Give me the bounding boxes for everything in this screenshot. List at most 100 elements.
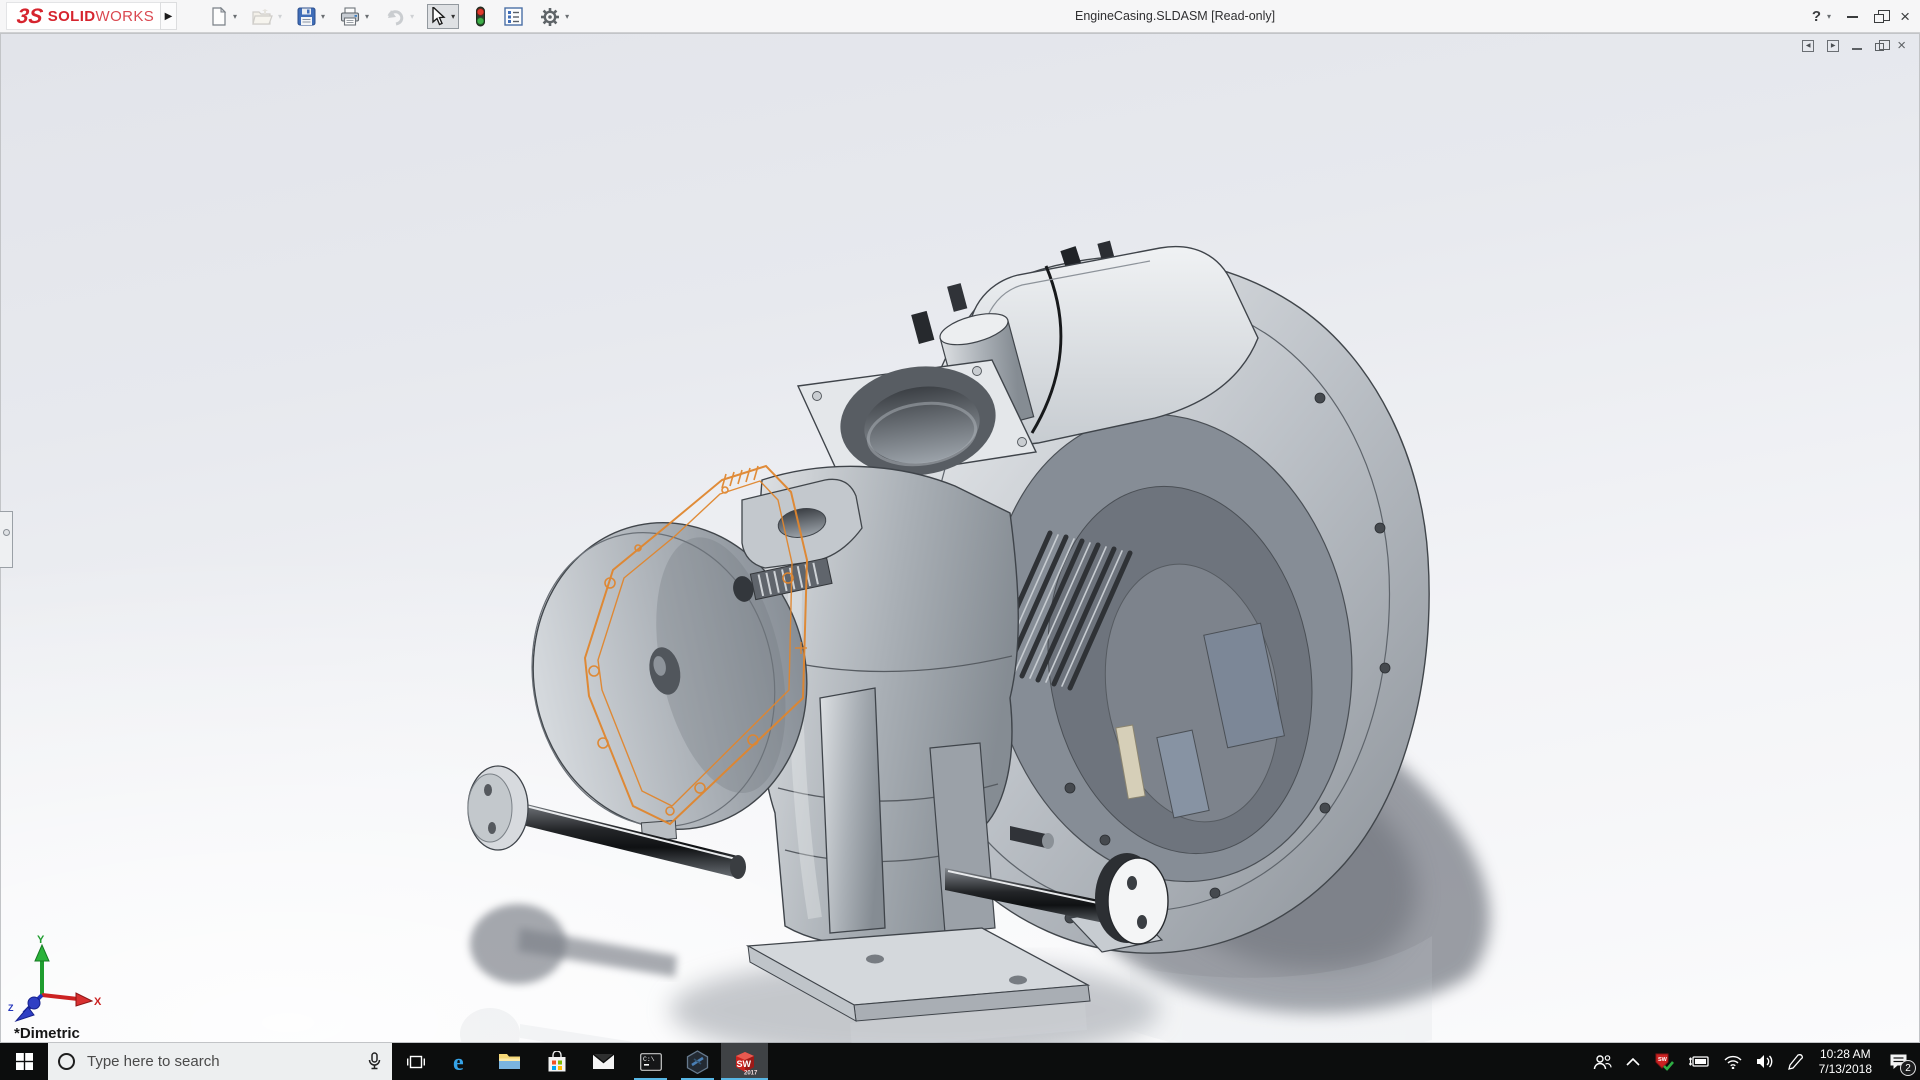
open-dropdown[interactable]: ▾: [278, 12, 282, 21]
solidworks-rx-tray-button[interactable]: SW: [1647, 1043, 1681, 1080]
clock-date: 7/13/2018: [1818, 1061, 1872, 1076]
print-icon: [340, 7, 360, 26]
z-axis-label: Z: [8, 1003, 14, 1013]
open-button[interactable]: [250, 6, 275, 28]
graphics-viewport[interactable]: ◀ ▶ × Y X Z *Dimetric: [0, 33, 1920, 1043]
battery-button[interactable]: [1681, 1043, 1717, 1080]
save-dropdown[interactable]: ▾: [321, 12, 325, 21]
y-axis-arrow: [34, 943, 50, 962]
titlebar: 3S SOLID WORKS ▶ ▾ ▾ ▾ ▾ ▾ ▾ ▾ EngineCas…: [0, 0, 1920, 33]
menu-flyout-arrow[interactable]: ▶: [160, 2, 177, 30]
new-document-dropdown[interactable]: ▾: [233, 12, 237, 21]
print-dropdown[interactable]: ▾: [365, 12, 369, 21]
command-prompt-icon: C:\: [639, 1052, 662, 1071]
view-orientation-label: *Dimetric: [14, 1025, 80, 1042]
ds-logo-mark: 3S: [15, 4, 45, 28]
undo-button[interactable]: [382, 6, 407, 28]
start-button[interactable]: [0, 1043, 48, 1080]
svg-text:e: e: [453, 1050, 464, 1074]
minimize-button[interactable]: [1847, 15, 1859, 18]
solidworks-tray-icon: SW: [1655, 1053, 1674, 1071]
doc-minimize-button[interactable]: [1852, 42, 1863, 50]
task-view-button[interactable]: [392, 1043, 439, 1080]
edge-icon: e: [453, 1050, 464, 1074]
mail-button[interactable]: [580, 1043, 627, 1080]
windows-ink-button[interactable]: [1781, 1043, 1810, 1080]
system-tray: SW 10:28 AM 7/13/2018 2: [1586, 1043, 1920, 1080]
featuremanager-expand-dot: [2, 529, 10, 536]
wifi-button[interactable]: [1717, 1043, 1749, 1080]
store-button[interactable]: [533, 1043, 580, 1080]
battery-icon: [1688, 1056, 1709, 1067]
file-explorer-icon: [499, 1054, 520, 1069]
people-icon: [1593, 1054, 1612, 1069]
solidworks-logo: 3S SOLID WORKS: [6, 2, 166, 30]
windows-logo-icon: [15, 1053, 33, 1070]
new-document-button[interactable]: [208, 5, 230, 28]
y-axis-label: Y: [37, 934, 45, 946]
doc-restore-button[interactable]: [1875, 40, 1891, 51]
people-button[interactable]: [1586, 1043, 1619, 1080]
options-button[interactable]: [538, 5, 562, 29]
restore-icon: [1874, 9, 1891, 23]
save-button[interactable]: [295, 5, 318, 28]
select-tool-button[interactable]: ▾: [427, 4, 460, 29]
task-view-icon: [406, 1055, 425, 1068]
undo-dropdown[interactable]: ▾: [410, 12, 414, 21]
z-axis-arrow: [14, 1006, 35, 1023]
model-3d-view[interactable]: [370, 228, 1530, 1043]
rebuild-traffic-light-icon: [476, 6, 486, 27]
file-explorer-button[interactable]: [486, 1043, 533, 1080]
file-properties-icon: [504, 7, 523, 26]
save-floppy-icon: [297, 7, 316, 26]
action-center-button[interactable]: 2: [1881, 1043, 1920, 1080]
logo-text-solid: SOLID: [47, 7, 96, 25]
file-properties-button[interactable]: [502, 5, 525, 28]
edge-button[interactable]: e: [439, 1043, 486, 1080]
windows-taskbar: e C:\: [0, 1043, 1920, 1080]
select-cursor-icon: [432, 7, 446, 26]
triad-origin: [27, 996, 41, 1010]
x-axis-label: X: [94, 996, 102, 1008]
pane-right-button[interactable]: ▶: [1827, 39, 1840, 52]
options-dropdown[interactable]: ▾: [565, 12, 569, 21]
clock-time: 10:28 AM: [1819, 1046, 1871, 1061]
taskbar-clock[interactable]: 10:28 AM 7/13/2018: [1810, 1047, 1881, 1077]
store-icon: [548, 1050, 565, 1071]
svg-text:2017: 2017: [744, 1070, 758, 1075]
taskbar-search[interactable]: [48, 1043, 392, 1080]
microphone-icon[interactable]: [367, 1052, 382, 1071]
document-window-controls: ◀ ▶ ×: [1802, 38, 1906, 53]
svg-text:SW: SW: [736, 1059, 751, 1069]
search-input[interactable]: [75, 1053, 367, 1070]
pen-icon: [1787, 1053, 1803, 1070]
options-gear-icon: [541, 7, 560, 26]
help-dropdown[interactable]: ▾: [1827, 12, 1831, 21]
print-button[interactable]: [338, 5, 362, 28]
wifi-icon: [1724, 1055, 1742, 1069]
notification-badge: 2: [1900, 1060, 1916, 1076]
doc-close-button[interactable]: ×: [1897, 38, 1906, 53]
composer-button[interactable]: [674, 1043, 721, 1080]
hexagon-app-icon: [686, 1049, 709, 1074]
cortana-icon: [58, 1053, 75, 1070]
document-title: EngineCasing.SLDASM [Read-only]: [1075, 9, 1276, 23]
help-button[interactable]: ?: [1812, 8, 1821, 25]
command-prompt-button[interactable]: C:\: [627, 1043, 674, 1080]
svg-text:C:\: C:\: [643, 1056, 655, 1063]
featuremanager-collapsed-tab[interactable]: [0, 511, 13, 568]
doc-minimize-icon: [1852, 47, 1863, 50]
rebuild-button[interactable]: [472, 4, 489, 29]
mail-icon: [592, 1053, 615, 1069]
restore-button[interactable]: [1874, 9, 1891, 23]
close-button[interactable]: ×: [1900, 8, 1910, 25]
minimize-icon: [1847, 15, 1859, 18]
select-tool-dropdown[interactable]: ▾: [451, 12, 455, 21]
volume-button[interactable]: [1749, 1043, 1781, 1080]
pane-left-button[interactable]: ◀: [1802, 39, 1815, 52]
svg-text:SW: SW: [1658, 1057, 1668, 1063]
solidworks-app-button[interactable]: SW 2017: [721, 1043, 768, 1080]
hidden-icons-button[interactable]: [1619, 1043, 1647, 1080]
main-toolbar: ▾ ▾ ▾ ▾ ▾ ▾ ▾: [208, 0, 582, 33]
engine-casing-model: [460, 240, 1490, 1043]
